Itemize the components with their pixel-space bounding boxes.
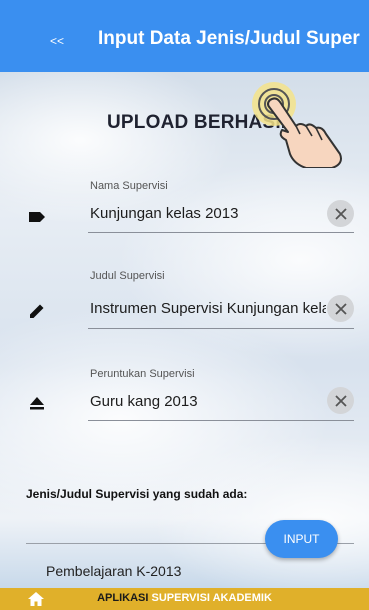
footer-title: APLIKASI SUPERVISI AKADEMIK [0,592,369,604]
close-icon [334,207,347,220]
judul-supervisi-input[interactable]: Instrumen Supervisi Kunjungan kelas [90,300,326,317]
peruntukan-supervisi-input[interactable]: Guru kang 2013 [90,393,320,410]
clear-button[interactable] [327,295,354,322]
field-underline [88,232,354,233]
footer-bar: APLIKASI SUPERVISI AKADEMIK [0,588,369,610]
footer-text-part2: SUPERVISI AKADEMIK [151,592,272,604]
footer-text-part1: APLIKASI [97,592,149,604]
clear-button[interactable] [327,387,354,414]
pencil-icon [30,304,44,318]
close-icon [334,394,347,407]
label-icon [29,212,45,222]
field-label: Peruntukan Supervisi [90,368,195,380]
tap-hand-icon [252,82,342,168]
existing-list-title: Jenis/Judul Supervisi yang sudah ada: [26,487,248,501]
close-icon [334,302,347,315]
page-title: Input Data Jenis/Judul Super... [98,28,360,49]
app-bar: << Input Data Jenis/Judul Super... [0,0,369,72]
field-underline [88,420,354,421]
list-item[interactable]: Pembelajaran K-2013 [46,563,181,579]
clear-button[interactable] [327,200,354,227]
back-button[interactable]: << [50,34,64,48]
field-label: Judul Supervisi [90,270,165,282]
field-underline [88,328,354,329]
field-label: Nama Supervisi [90,180,168,192]
nama-supervisi-input[interactable]: Kunjungan kelas 2013 [90,205,320,222]
eject-icon [30,397,44,410]
input-button[interactable]: INPUT [265,520,338,558]
